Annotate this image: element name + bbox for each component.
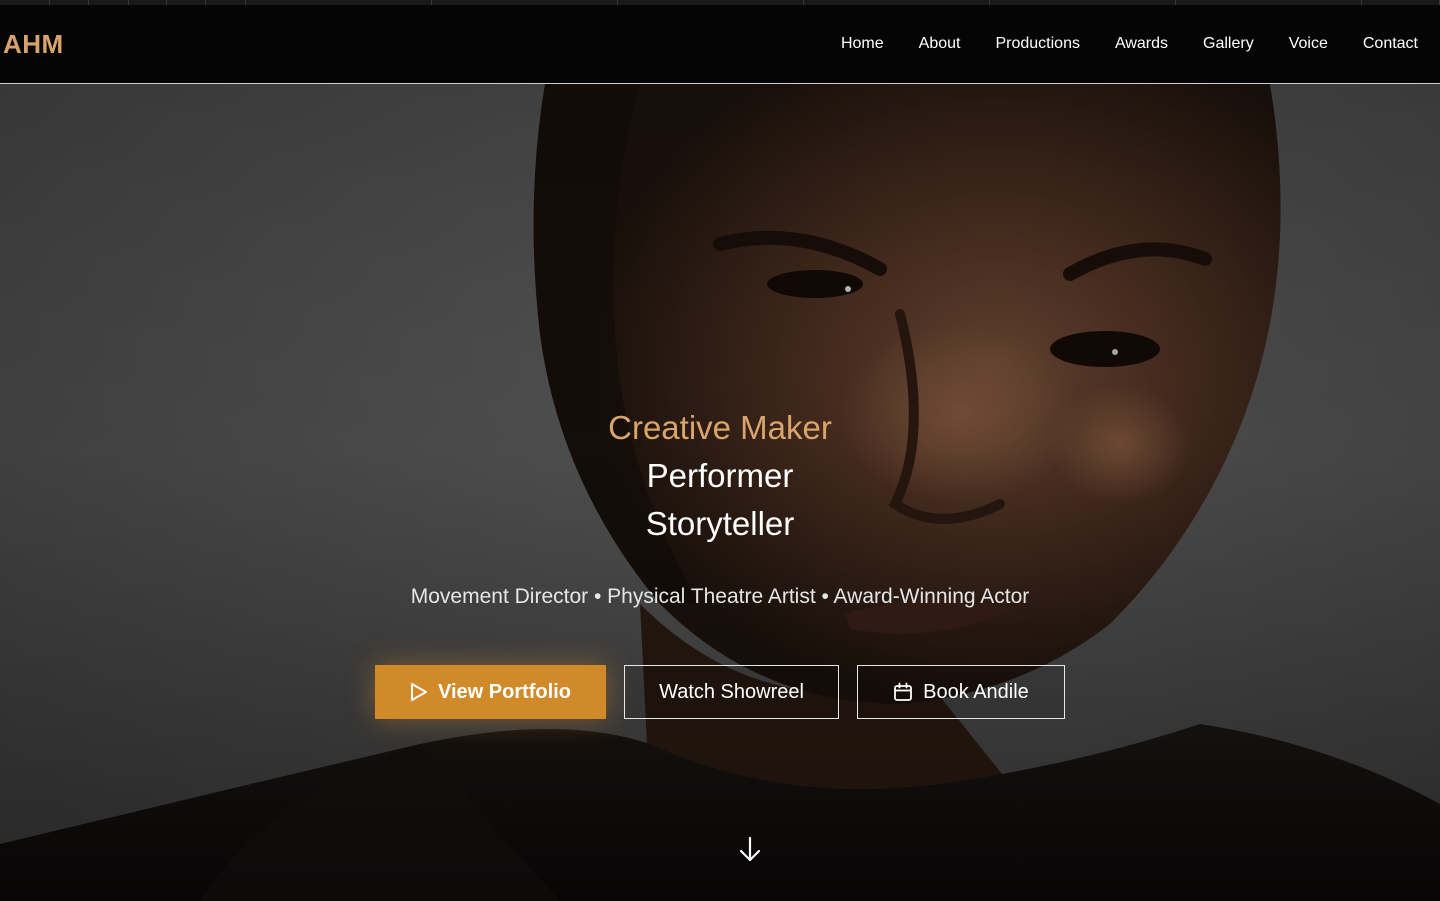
role-performer: Performer — [646, 457, 794, 494]
hero-content: Creative Maker Performer Storyteller Mov… — [0, 404, 1440, 719]
nav-menu: Home About Productions Awards Gallery Vo… — [806, 35, 1418, 53]
hero-section: Creative Maker Performer Storyteller Mov… — [0, 84, 1440, 901]
nav-awards[interactable]: Awards — [1115, 35, 1168, 53]
hero-roles: Creative Maker Performer Storyteller — [0, 404, 1440, 548]
view-portfolio-button[interactable]: View Portfolio — [375, 665, 606, 719]
calendar-icon — [893, 682, 913, 702]
nav-voice[interactable]: Voice — [1289, 35, 1328, 53]
role-creative-maker: Creative Maker — [608, 409, 832, 446]
hero-actions: View Portfolio Watch Showreel Book Andil… — [0, 665, 1440, 719]
nav-about[interactable]: About — [919, 35, 961, 53]
arrow-down-icon[interactable] — [737, 836, 763, 864]
nav-productions[interactable]: Productions — [995, 35, 1080, 53]
book-andile-button[interactable]: Book Andile — [857, 665, 1065, 719]
play-icon — [410, 682, 428, 702]
book-andile-label: Book Andile — [923, 680, 1029, 703]
hero-tagline: Movement Director • Physical Theatre Art… — [410, 585, 1030, 608]
watch-showreel-button[interactable]: Watch Showreel — [624, 665, 839, 719]
nav-contact[interactable]: Contact — [1363, 35, 1418, 53]
role-storyteller: Storyteller — [645, 505, 795, 542]
nav-gallery[interactable]: Gallery — [1203, 35, 1254, 53]
watch-showreel-label: Watch Showreel — [659, 680, 804, 703]
page: AHM Home About Productions Awards Galler… — [0, 0, 1440, 901]
nav-home[interactable]: Home — [841, 35, 884, 53]
navbar: AHM Home About Productions Awards Galler… — [0, 5, 1440, 84]
site-logo[interactable]: AHM — [3, 29, 64, 60]
view-portfolio-label: View Portfolio — [438, 680, 571, 703]
